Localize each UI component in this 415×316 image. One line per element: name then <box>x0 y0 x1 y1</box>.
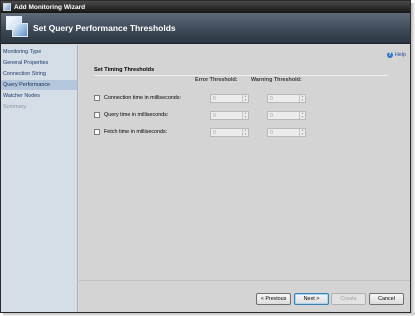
stepper-down-icon[interactable]: ▼ <box>300 132 305 137</box>
wizard-footer: < Previous Next > Create Cancel <box>79 280 410 312</box>
help-link[interactable]: ? Help <box>386 52 406 58</box>
page-title: Set Query Performance Thresholds <box>33 23 176 33</box>
fetch-warning-threshold-stepper[interactable]: 0 ▲ ▼ <box>267 128 306 137</box>
connection-time-row: Connection time in milliseconds: 0 ▲ ▼ 0 … <box>94 94 314 104</box>
wizard-window: Add Monitoring Wizard Set Query Performa… <box>0 0 411 313</box>
query-time-label: Query time in milliseconds: <box>104 112 169 118</box>
wizard-steps-sidebar: Monitoring Type General Properties Conne… <box>1 45 78 312</box>
window-shadow <box>411 3 415 316</box>
wizard-content-panel: ? Help Set Timing Thresholds Error Thres… <box>79 45 410 280</box>
stepper-value: 0 <box>213 130 216 136</box>
stepper-value: 0 <box>213 96 216 102</box>
fetch-time-label: Fetch time in milliseconds: <box>104 129 168 135</box>
stepper-down-icon[interactable]: ▼ <box>243 115 248 120</box>
wizard-header-banner: Set Query Performance Thresholds <box>1 13 410 44</box>
query-error-threshold-stepper[interactable]: 0 ▲ ▼ <box>210 111 249 120</box>
step-summary: Summary <box>3 104 27 110</box>
step-query-performance[interactable]: Query Performance <box>1 80 77 90</box>
stepper-value: 0 <box>213 113 216 119</box>
step-general-properties[interactable]: General Properties <box>1 58 77 68</box>
warning-threshold-header: Warning Threshold: <box>251 77 302 83</box>
wizard-app-icon <box>3 3 11 11</box>
query-warning-threshold-stepper[interactable]: 0 ▲ ▼ <box>267 111 306 120</box>
fetch-time-row: Fetch time in milliseconds: 0 ▲ ▼ 0 ▲ ▼ <box>94 128 314 138</box>
stepper-down-icon[interactable]: ▼ <box>300 115 305 120</box>
step-connection-string[interactable]: Connection String <box>1 69 77 79</box>
fetch-error-threshold-stepper[interactable]: 0 ▲ ▼ <box>210 128 249 137</box>
connection-error-threshold-stepper[interactable]: 0 ▲ ▼ <box>210 94 249 103</box>
section-title: Set Timing Thresholds <box>94 67 155 73</box>
query-time-checkbox[interactable] <box>94 112 100 118</box>
connection-time-checkbox[interactable] <box>94 95 100 101</box>
stepper-down-icon[interactable]: ▼ <box>243 132 248 137</box>
title-bar[interactable]: Add Monitoring Wizard <box>1 1 410 13</box>
create-button: Create <box>331 293 366 305</box>
stepper-value: 0 <box>270 130 273 136</box>
stepper-down-icon[interactable]: ▼ <box>243 98 248 103</box>
query-time-row: Query time in milliseconds: 0 ▲ ▼ 0 ▲ ▼ <box>94 111 314 121</box>
error-threshold-header: Error Threshold: <box>195 77 238 83</box>
stepper-value: 0 <box>270 113 273 119</box>
stepper-down-icon[interactable]: ▼ <box>300 98 305 103</box>
fetch-time-checkbox[interactable] <box>94 129 100 135</box>
connection-warning-threshold-stepper[interactable]: 0 ▲ ▼ <box>267 94 306 103</box>
help-label: Help <box>394 52 406 58</box>
monitoring-wizard-icon <box>6 16 29 38</box>
cancel-button[interactable]: Cancel <box>369 293 404 305</box>
section-divider <box>94 75 388 76</box>
connection-time-label: Connection time in milliseconds: <box>104 95 182 101</box>
step-watcher-nodes[interactable]: Watcher Nodes <box>1 91 77 101</box>
window-title: Add Monitoring Wizard <box>14 3 86 11</box>
stepper-value: 0 <box>270 96 273 102</box>
next-button[interactable]: Next > <box>294 293 329 305</box>
previous-button[interactable]: < Previous <box>256 293 291 305</box>
help-icon: ? <box>386 52 393 58</box>
step-monitoring-type[interactable]: Monitoring Type <box>1 47 77 57</box>
